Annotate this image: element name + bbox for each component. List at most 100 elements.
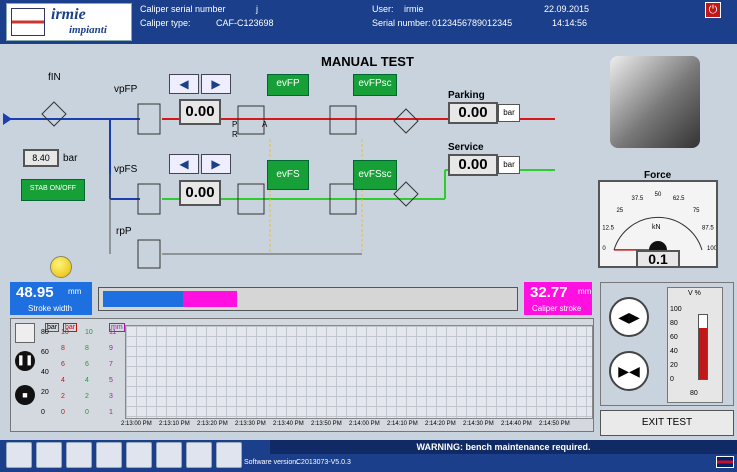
service-label: Service: [448, 142, 484, 153]
logo-text: irmie: [51, 6, 86, 23]
y-axis-service: 10 8 6 4 2 0: [85, 329, 101, 416]
evfssc-button[interactable]: evFSsc: [353, 160, 397, 190]
stroke-width-fill: [103, 291, 183, 307]
axis-tick: 2: [61, 393, 65, 400]
software-version-value: C2013073-V5.0.3: [296, 459, 351, 466]
stop-icon: ■: [22, 390, 28, 400]
monitor-button[interactable]: [216, 442, 242, 468]
graph-reset-button[interactable]: [15, 323, 35, 343]
caliper-stroke-panel: 32.77 mm Caliper stroke: [524, 282, 592, 315]
home-button[interactable]: [6, 442, 32, 468]
gauge-ticks: 100 80 60 40 20 0: [670, 306, 690, 383]
valve-port-p: P: [232, 120, 238, 129]
x-axis-tick: 2:14:50 PM: [539, 421, 570, 427]
x-axis-tick: 2:14:20 PM: [425, 421, 456, 427]
power-icon: ⏻: [708, 4, 718, 16]
vpfp-increase-button[interactable]: ▶: [201, 74, 231, 94]
x-axis-tick: 2:13:50 PM: [311, 421, 342, 427]
axis-tick: 60: [41, 349, 49, 356]
vpfs-decrease-button[interactable]: ◀: [169, 154, 199, 174]
evfpsc-button[interactable]: evFPsc: [353, 74, 397, 96]
force-tick: 75: [693, 208, 700, 214]
axis-tick: 20: [41, 389, 49, 396]
stroke-progress-bar: [98, 287, 518, 311]
caliper-stroke-fill: [183, 291, 237, 307]
exit-test-button[interactable]: EXIT TEST: [600, 410, 734, 436]
company-logo: irmie impianti: [6, 3, 132, 41]
caliper-image: [610, 56, 700, 148]
settings-button[interactable]: [156, 442, 182, 468]
axis-tick: 3: [109, 393, 113, 400]
y-axis-pressure: 80 60 40 20 0: [41, 329, 57, 416]
service-pressure-unit: bar: [498, 156, 520, 174]
caliper-open-button[interactable]: ◀▶: [609, 297, 649, 337]
x-axis-tick: 2:13:00 PM: [121, 421, 152, 427]
caliper-close-button[interactable]: ▶◀: [609, 351, 649, 391]
gauge-unit: V %: [688, 290, 701, 297]
caliper-stroke-value: 32.77: [530, 284, 568, 301]
time-display: 14:14:56: [552, 18, 588, 28]
force-tick: 62.5: [673, 196, 685, 202]
arrows-inward-icon: ▶◀: [618, 363, 640, 379]
axis-tick: 8: [85, 345, 89, 352]
operator-button[interactable]: [186, 442, 212, 468]
power-off-button[interactable]: ⏻: [705, 2, 721, 18]
archive-button[interactable]: [66, 442, 92, 468]
axis-tick: 80: [670, 320, 678, 327]
vpfs-increase-button[interactable]: ▶: [201, 154, 231, 174]
stop-button[interactable]: ■: [15, 385, 35, 405]
inlet-pressure-unit: bar: [63, 153, 78, 164]
user-button[interactable]: [36, 442, 62, 468]
axis-tick: 0: [41, 409, 45, 416]
vpfp-decrease-button[interactable]: ◀: [169, 74, 199, 94]
arrow-left-icon: ◀: [179, 77, 189, 91]
rpp-label: rpP: [116, 226, 132, 237]
axis-tick: 7: [109, 361, 113, 368]
axis-tick: 10: [61, 329, 69, 336]
gauge-value: 80: [690, 390, 698, 397]
pneumatic-diagram: MANUAL TEST fIN vpFP vpFS rpP ◀ ▶ 0.00 ◀…: [0, 44, 737, 276]
evfp-button[interactable]: evFP: [267, 74, 309, 96]
stab-toggle-button[interactable]: STAB ON/OFF: [21, 179, 85, 201]
axis-tick: 8: [61, 345, 65, 352]
force-tick: 87.5: [702, 225, 714, 231]
axis-tick: 80: [41, 329, 49, 336]
trend-plot-area: [125, 325, 593, 419]
print-button[interactable]: [126, 442, 152, 468]
axis-tick: 20: [670, 362, 678, 369]
axis-tick: 0: [61, 409, 65, 416]
service-pressure-value: 0.00: [448, 154, 498, 176]
pause-button[interactable]: ❚❚: [15, 351, 35, 371]
force-tick: 37.5: [631, 196, 643, 202]
pause-icon: ❚❚: [16, 355, 34, 366]
axis-tick: 10: [85, 329, 93, 336]
status-lamp: [50, 256, 72, 278]
header-bar: irmie impianti Caliper serial number j C…: [0, 0, 737, 44]
caliper-type-value: CAF-C123698: [216, 18, 274, 28]
axis-tick: 1: [109, 409, 113, 416]
stroke-width-unit: mm: [68, 287, 82, 296]
arrow-right-icon: ▶: [211, 157, 221, 171]
axis-tick: 9: [109, 345, 113, 352]
software-version-label: Software version:: [244, 459, 299, 466]
parking-pressure-unit: bar: [498, 104, 520, 122]
language-flag-icon[interactable]: [716, 456, 734, 468]
x-axis-tick: 2:14:00 PM: [349, 421, 380, 427]
vpfp-value: 0.00: [179, 99, 221, 125]
stroke-width-label: Stroke width: [28, 304, 73, 313]
force-tick: 50: [655, 192, 662, 198]
stroke-width-value: 48.95: [16, 284, 54, 301]
evfs-button[interactable]: evFS: [267, 160, 309, 190]
voltage-gauge: V % 100 80 60 40 20 0 80: [667, 287, 723, 403]
gauge-fill: [699, 327, 707, 379]
valve-port-a: A: [262, 120, 268, 129]
vpfs-label: vpFS: [114, 164, 138, 175]
parking-pressure-value: 0.00: [448, 102, 498, 124]
force-tick: 100: [707, 246, 716, 252]
axis-tick: 6: [85, 361, 89, 368]
x-axis-tick: 2:14:30 PM: [463, 421, 494, 427]
tools-button[interactable]: [96, 442, 122, 468]
warning-message: WARNING: bench maintenance required.: [270, 440, 737, 454]
force-tick: 12.5: [602, 225, 614, 231]
axis-tick: 2: [85, 393, 89, 400]
